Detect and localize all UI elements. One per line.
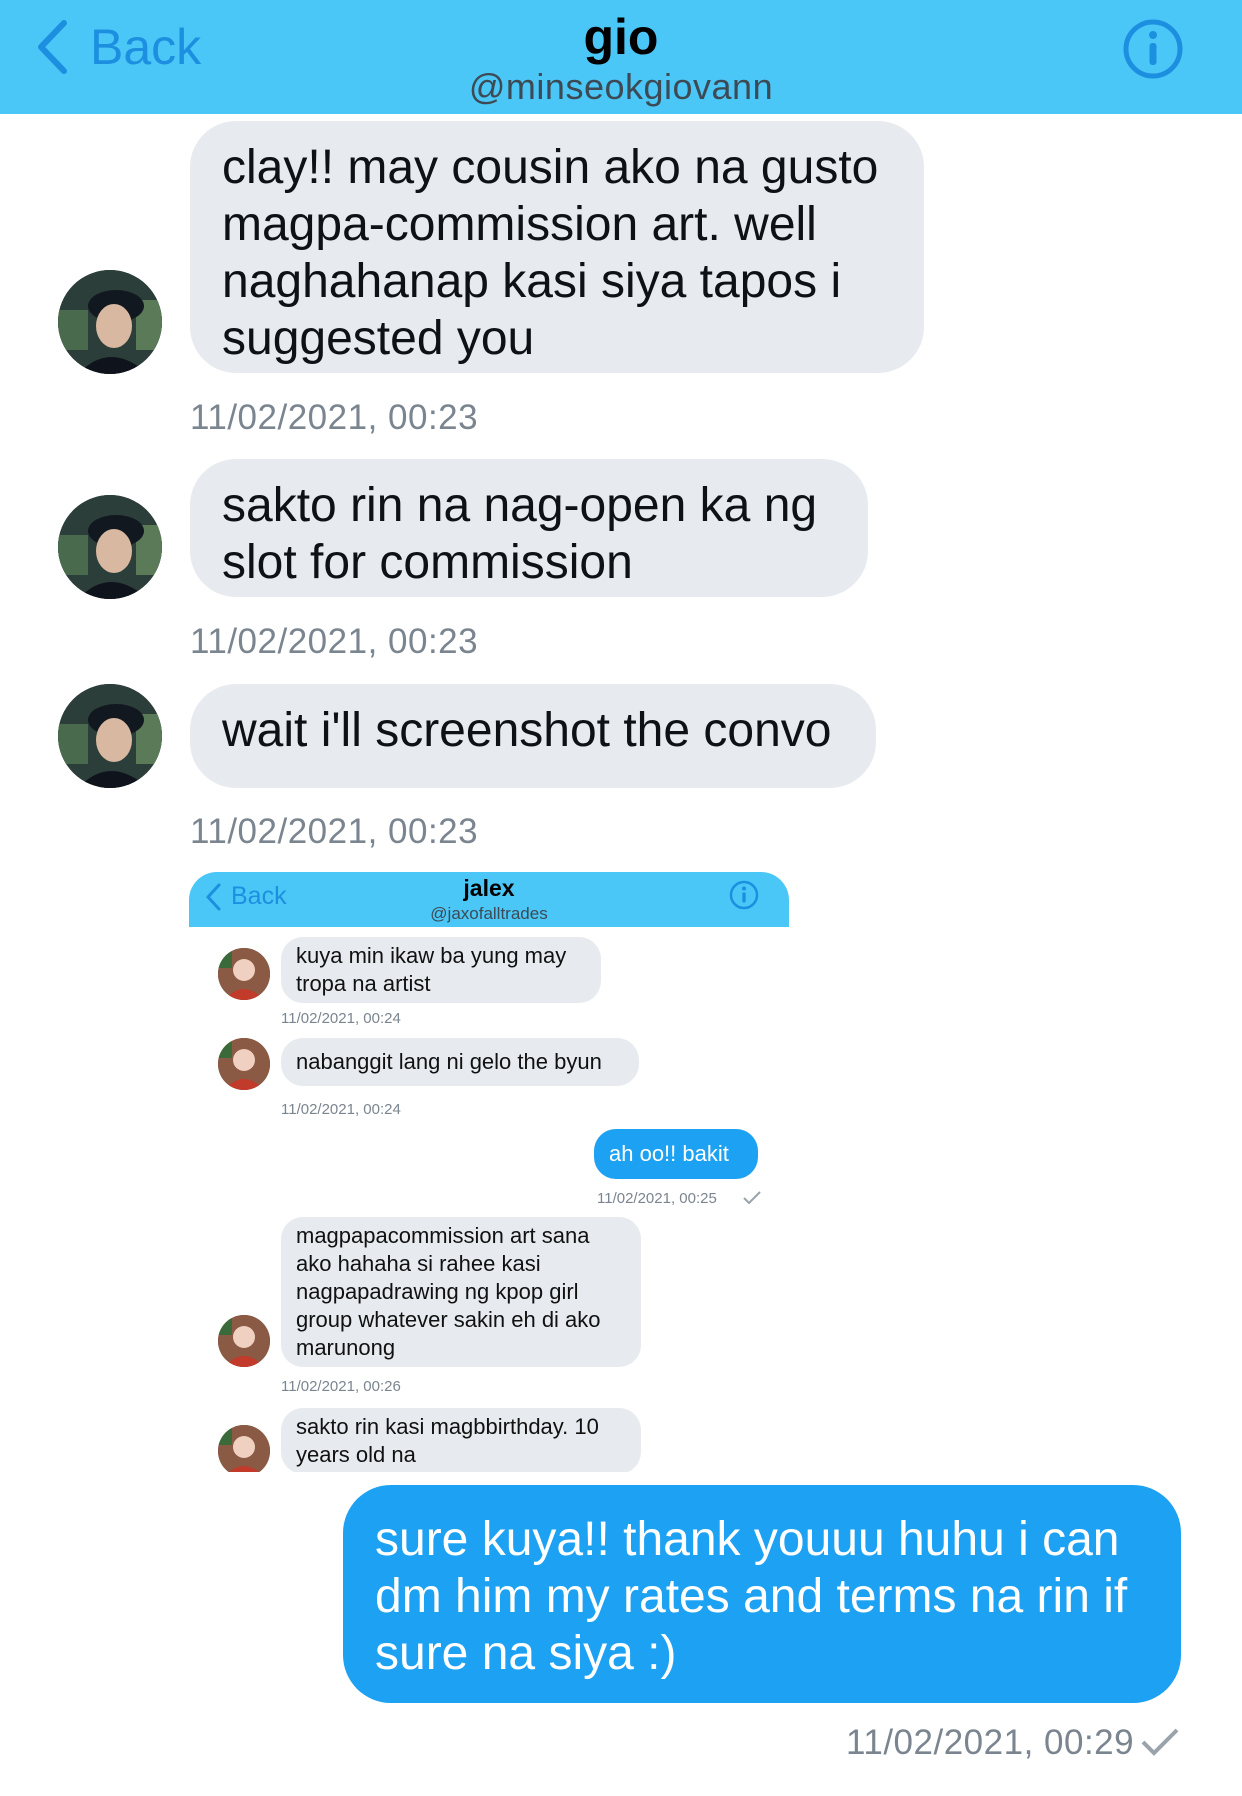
embedded-info-icon (729, 880, 759, 915)
info-button[interactable] (1122, 18, 1184, 85)
message-timestamp: 11/02/2021, 00:29 (846, 1723, 1135, 1762)
embedded-read-check-icon (742, 1190, 762, 1211)
avatar[interactable] (58, 495, 162, 599)
conversation-handle: @minseokgiovann (468, 66, 774, 107)
message-bubble[interactable]: sakto rin na nag-open ka ng slot for com… (190, 459, 868, 597)
embedded-timestamp: 11/02/2021, 00:24 (281, 1101, 401, 1118)
avatar-photo (58, 684, 162, 788)
message-timestamp: 11/02/2021, 00:23 (190, 398, 479, 437)
message-timestamp: 11/02/2021, 00:23 (190, 812, 479, 851)
embedded-avatar (218, 1038, 270, 1090)
message-bubble[interactable]: clay!! may cousin ako na gusto magpa-com… (190, 121, 924, 373)
outgoing-message-bubble[interactable]: sure kuya!! thank youuu huhu i can dm hi… (343, 1485, 1181, 1703)
embedded-message-bubble: kuya min ikaw ba yung may tropa na artis… (281, 937, 601, 1003)
embedded-avatar (218, 1315, 270, 1367)
avatar[interactable] (58, 270, 162, 374)
screenshot-attachment[interactable]: Back jalex @jaxofalltrades kuya min ikaw… (189, 872, 789, 1472)
avatar-photo (58, 495, 162, 599)
embedded-avatar (218, 948, 270, 1000)
embedded-message-bubble: magpapacommission art sana ako hahaha si… (281, 1217, 641, 1367)
avatar[interactable] (58, 684, 162, 788)
read-check-icon (1140, 1726, 1180, 1763)
embedded-timestamp: 11/02/2021, 00:26 (281, 1378, 401, 1395)
embedded-message-bubble: nabanggit lang ni gelo the byun (281, 1038, 639, 1086)
embedded-message-bubble: sakto rin kasi magbbirthday. 10 years ol… (281, 1408, 641, 1472)
embedded-avatar (218, 1425, 270, 1472)
avatar-photo (58, 270, 162, 374)
conversation-title[interactable]: gio (0, 8, 1242, 66)
info-icon (1123, 19, 1183, 79)
embedded-handle: @jaxofalltrades (430, 904, 548, 923)
message-timestamp: 11/02/2021, 00:23 (190, 622, 479, 661)
message-bubble[interactable]: wait i'll screenshot the convo (190, 684, 876, 788)
embedded-title: jalex (463, 875, 515, 901)
embedded-timestamp: 11/02/2021, 00:24 (281, 1010, 401, 1027)
embedded-message-bubble-outgoing: ah oo!! bakit (594, 1129, 758, 1179)
embedded-timestamp: 11/02/2021, 00:25 (597, 1190, 717, 1207)
